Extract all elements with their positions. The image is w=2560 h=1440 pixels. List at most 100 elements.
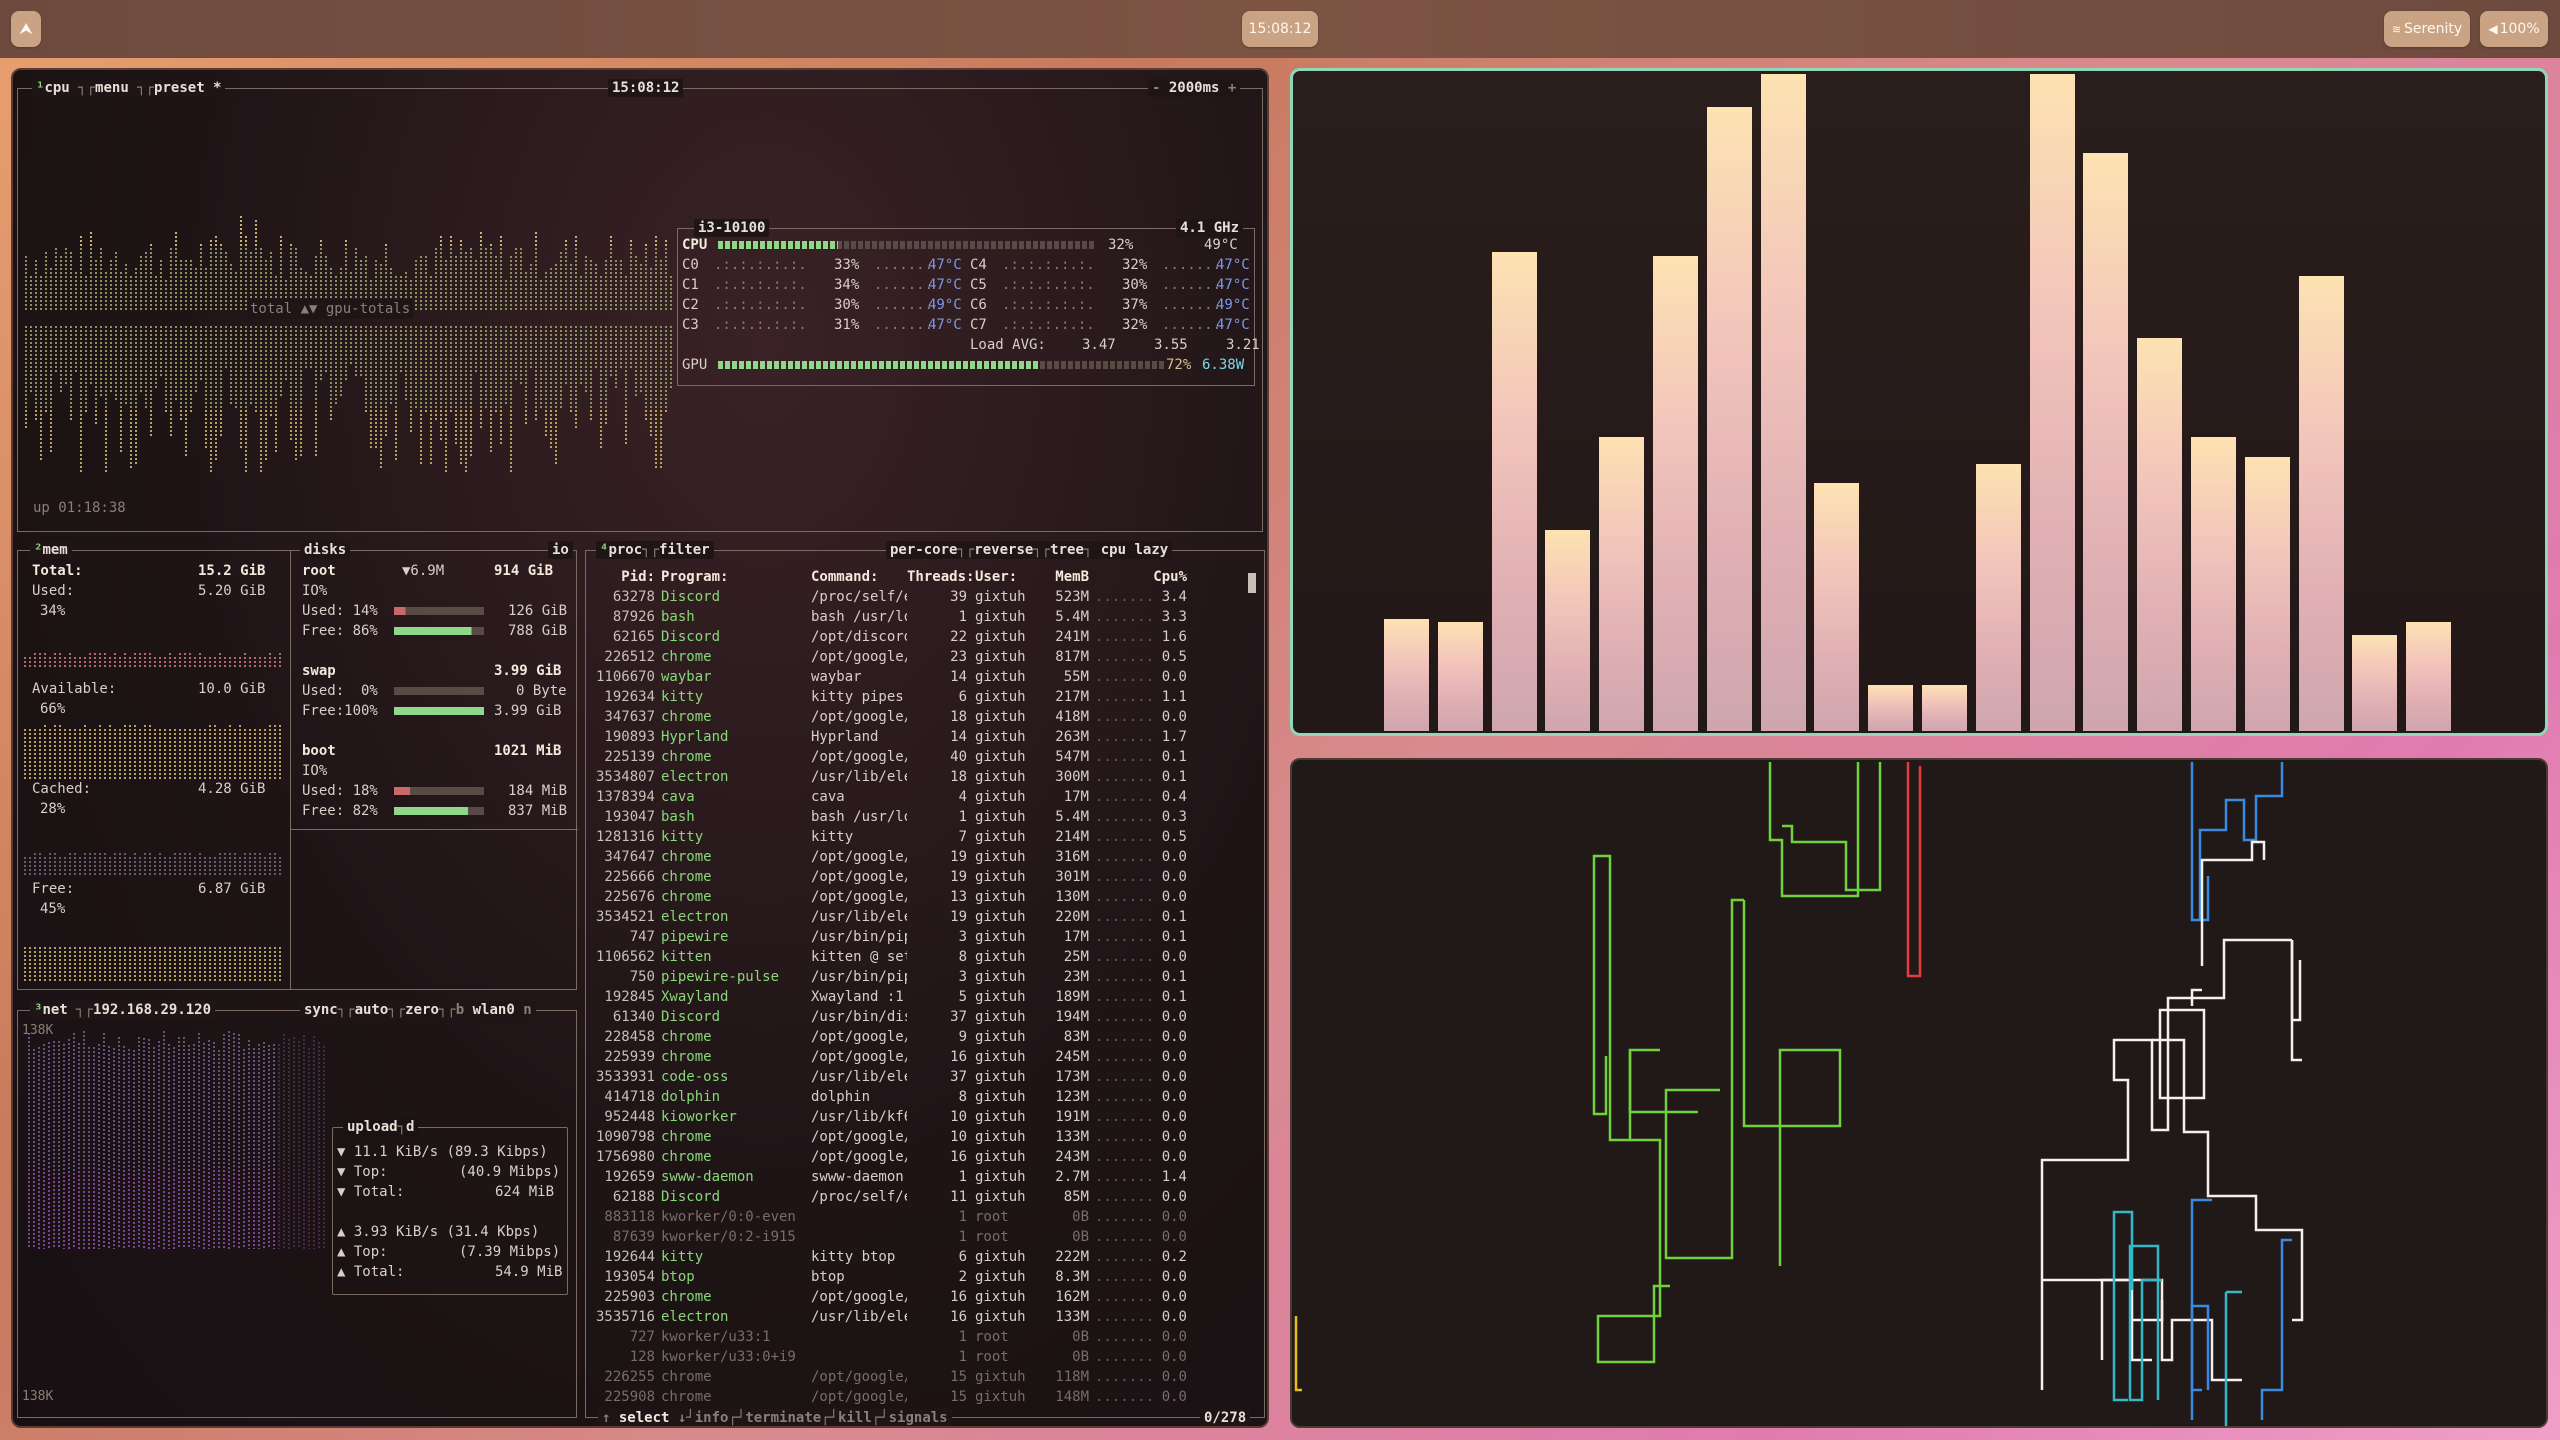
gpu-graph-dot [380,438,382,440]
gpu-graph-dot [500,434,502,436]
gpu-graph-dot [645,338,647,340]
load-avg-2: 3.21 [1226,337,1260,353]
cpu-graph-dot [620,268,622,270]
gpu-graph-dot [100,350,102,352]
gpu-graph-dot [40,442,42,444]
gpu-graph-dot [660,426,662,428]
gpu-graph-dot [470,386,472,388]
cpu-graph-dot [420,264,422,266]
update-interval[interactable]: 2000ms [1169,80,1220,96]
arch-launcher-button[interactable]: ⮝ [11,11,41,47]
gpu-graph-dot [260,338,262,340]
gpu-graph-dot [585,374,587,376]
gpu-graph-dot [340,394,342,396]
gpu-graph-dot [310,350,312,352]
preset-button[interactable]: preset * [154,80,221,96]
gpu-graph-dot [390,354,392,356]
cpu-graph-dot [240,272,242,274]
btop-terminal-window[interactable]: ¹cpu ┐┌menu ┐┌preset * 15:08:12 - 2000ms… [11,68,1269,1428]
mem-graph-dot [59,653,61,655]
cpu-graph-dot [180,288,182,290]
cpu-graph-dot [365,268,367,270]
disks-title[interactable]: disks [304,542,346,558]
gpu-graph-dot [635,386,637,388]
gpu-graph-dot [430,458,432,460]
gpu-graph-dot [115,374,117,376]
gpu-graph-dot [665,346,667,348]
gpu-graph-dot [655,442,657,444]
cpu-graph-dot [175,252,177,254]
gpu-graph-dot [215,450,217,452]
gpu-graph-dot [510,362,512,364]
gpu-graph-dot [655,338,657,340]
gpu-graph-dot [500,362,502,364]
gpu-graph-dot [50,350,52,352]
cpu-graph-dot [150,296,152,298]
gpu-graph-dot [215,390,217,392]
cpu-graph-dot [615,268,617,270]
volume-widget[interactable]: ◀ 100% [2480,11,2548,47]
gpu-graph-dot [275,350,277,352]
cpu-graph-dot [150,248,152,250]
gpu-graph-dot [25,330,27,332]
gpu-graph-dot [55,338,57,340]
gpu-graph-dot [375,350,377,352]
gpu-graph-dot [80,426,82,428]
gpu-graph-dot [600,422,602,424]
gpu-graph-dot [335,378,337,380]
cpu-graph-dot [500,252,502,254]
gpu-graph-dot [550,386,552,388]
gpu-graph-dot [490,386,492,388]
gpu-graph-dot [125,354,127,356]
gpu-graph-dot [290,354,292,356]
cpu-graph-dot [385,288,387,290]
gpu-graph-dot [670,334,672,336]
cpu-graph-dot [440,308,442,310]
clock-widget[interactable]: 15:08:12 [1242,11,1318,47]
gpu-graph-dot [575,378,577,380]
cpu-graph-dot [310,296,312,298]
gpu-graph-dot [305,346,307,348]
cpu-graph-dot [360,264,362,266]
gpu-graph-dot [120,442,122,444]
gpu-graph-dot [655,378,657,380]
mem-graph-dot [99,657,101,659]
gpu-graph-dot [275,366,277,368]
cpu-graph-dot [200,252,202,254]
cpu-title[interactable]: cpu [44,80,69,96]
gpu-graph-dot [660,454,662,456]
core-2-pct: 30% [834,297,860,313]
wifi-widget[interactable]: ≋ Serenity [2384,11,2470,47]
core-7-bar: .:.:.:.:.:. [1002,317,1095,333]
gpu-graph-dot [245,470,247,472]
gpu-graph-dot [425,326,427,328]
cpu-graph-dot [280,256,282,258]
gpu-graph-dot [300,346,302,348]
cpu-graph-dot [220,248,222,250]
gpu-graph-dot [520,342,522,344]
cpu-graph-dot [625,308,627,310]
gpu-graph-dot [445,398,447,400]
cpu-graph-dot [510,276,512,278]
cpu-graph-dot [225,304,227,306]
gpu-graph-dot [155,350,157,352]
menu-button[interactable]: menu [95,80,129,96]
io-toggle[interactable]: io [552,542,569,558]
gpu-graph-dot [185,414,187,416]
gpu-graph-dot [430,418,432,420]
gpu-graph-dot [640,338,642,340]
gpu-graph-dot [480,358,482,360]
cpu-graph-dot [515,296,517,298]
cpu-graph-dot [70,268,72,270]
mem-title[interactable]: mem [42,542,67,558]
cpu-graph-dot [305,292,307,294]
cpu-graph-dot [95,300,97,302]
gpu-graph-dot [170,358,172,360]
gpu-graph-dot [290,362,292,364]
cpu-graph-dot [240,224,242,226]
core-2-bar: .:.:.:.:.:. [714,297,807,313]
cpu-graph-dot [115,304,117,306]
cpu-graph-dot [90,284,92,286]
gpu-graph-dot [25,406,27,408]
gpu-graph-dot [615,334,617,336]
